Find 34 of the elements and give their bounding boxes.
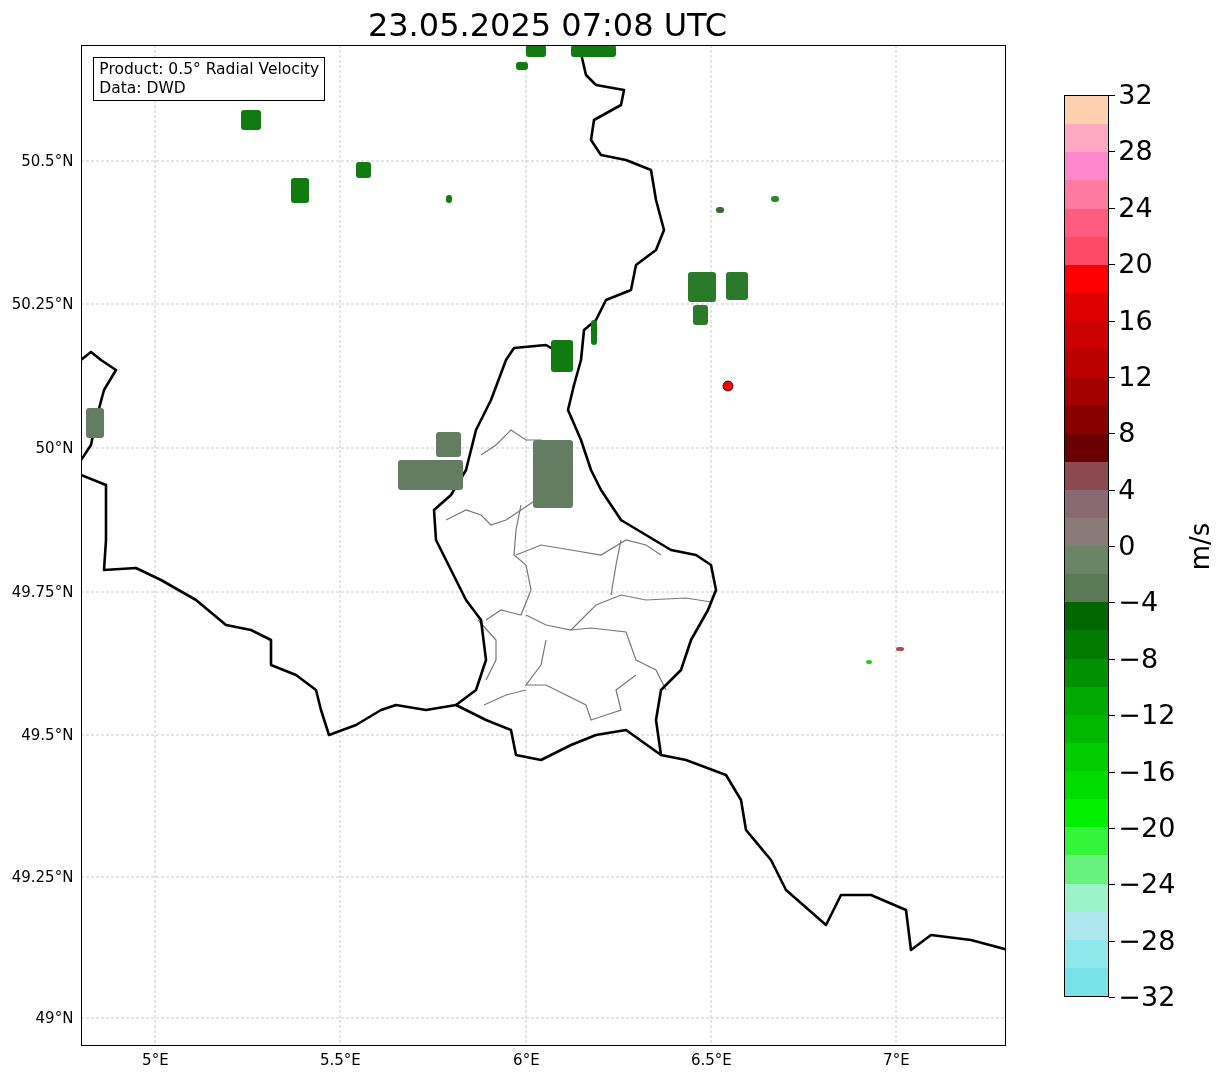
- colorbar-tick-label: 8: [1118, 418, 1136, 449]
- longitude-label: 6°E: [513, 1051, 540, 1069]
- latitude-label: 50.5°N: [21, 152, 74, 170]
- colorbar-tick-label: 4: [1118, 474, 1136, 505]
- longitude-label: 5.5°E: [319, 1051, 361, 1069]
- latitude-label: 49°N: [35, 1009, 74, 1027]
- longitude-label: 6.5°E: [690, 1051, 732, 1069]
- latitude-label: 49.5°N: [21, 726, 74, 744]
- colorbar-label: m/s: [1184, 522, 1217, 570]
- colorbar-tick-label: 12: [1118, 361, 1153, 392]
- colorbar-tick-label: 24: [1118, 192, 1153, 223]
- colorbar-tick-label: −16: [1118, 756, 1176, 787]
- latitude-label: 49.75°N: [11, 583, 74, 601]
- chart-title: 23.05.2025 07:08 UTC: [367, 5, 728, 45]
- colorbar-tick-label: 32: [1118, 80, 1153, 110]
- colorbar-tick-label: −12: [1118, 700, 1176, 731]
- latitude-label: 50.25°N: [11, 295, 74, 313]
- colorbar-tick-label: 28: [1118, 136, 1153, 167]
- colorbar-tick-label: −24: [1118, 869, 1176, 900]
- colorbar-tick-label: 0: [1118, 531, 1136, 561]
- longitude-label: 7°E: [883, 1051, 910, 1069]
- latitude-label: 50°N: [35, 439, 74, 457]
- colorbar-tick-label: 20: [1118, 249, 1153, 280]
- latitude-label: 49.25°N: [11, 868, 74, 886]
- colorbar-tick-label: −32: [1118, 982, 1176, 1012]
- longitude-label: 5°E: [142, 1051, 169, 1069]
- info-text: Product: 0.5° Radial Velocity: [99, 60, 320, 79]
- info-text: Data: DWD: [99, 79, 187, 98]
- colorbar-tick-label: −20: [1118, 812, 1176, 843]
- radar-site-marker: [722, 380, 734, 392]
- colorbar-tick-label: −8: [1118, 643, 1159, 674]
- colorbar-tick-label: −28: [1118, 925, 1176, 956]
- colorbar-tick-label: 16: [1118, 305, 1153, 336]
- colorbar-tick-label: −4: [1118, 587, 1159, 618]
